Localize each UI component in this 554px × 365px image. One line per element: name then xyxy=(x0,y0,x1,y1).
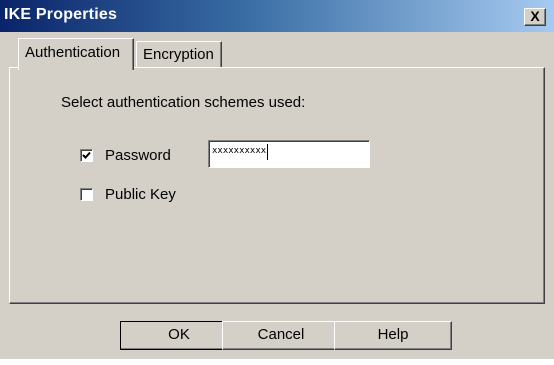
bottom-edge xyxy=(0,359,554,365)
password-field[interactable]: xxxxxxxxxx xyxy=(208,140,370,168)
checkmark-icon xyxy=(82,151,91,159)
cancel-button[interactable]: Cancel xyxy=(222,321,340,350)
tab-encryption[interactable]: Encryption xyxy=(136,41,222,67)
public-key-checkbox[interactable] xyxy=(80,188,93,201)
help-button[interactable]: Help xyxy=(334,321,452,350)
public-key-label[interactable]: Public Key xyxy=(105,186,176,203)
tab-encryption-label: Encryption xyxy=(143,46,214,63)
tab-authentication[interactable]: Authentication xyxy=(18,38,134,70)
text-caret xyxy=(267,144,269,160)
window-title: IKE Properties xyxy=(4,6,118,23)
tab-authentication-label: Authentication xyxy=(25,44,121,61)
password-checkbox[interactable] xyxy=(80,149,93,162)
close-icon: X xyxy=(530,8,540,24)
password-label[interactable]: Password xyxy=(105,147,171,164)
title-bar[interactable]: IKE Properties X xyxy=(0,0,554,32)
password-value: xxxxxxxxxx xyxy=(212,146,267,156)
instruction-text: Select authentication schemes used: xyxy=(61,94,306,111)
ok-button[interactable]: OK xyxy=(120,321,238,350)
ike-properties-dialog: IKE Properties X Authentication Encrypti… xyxy=(0,0,554,365)
close-button[interactable]: X xyxy=(524,8,546,26)
